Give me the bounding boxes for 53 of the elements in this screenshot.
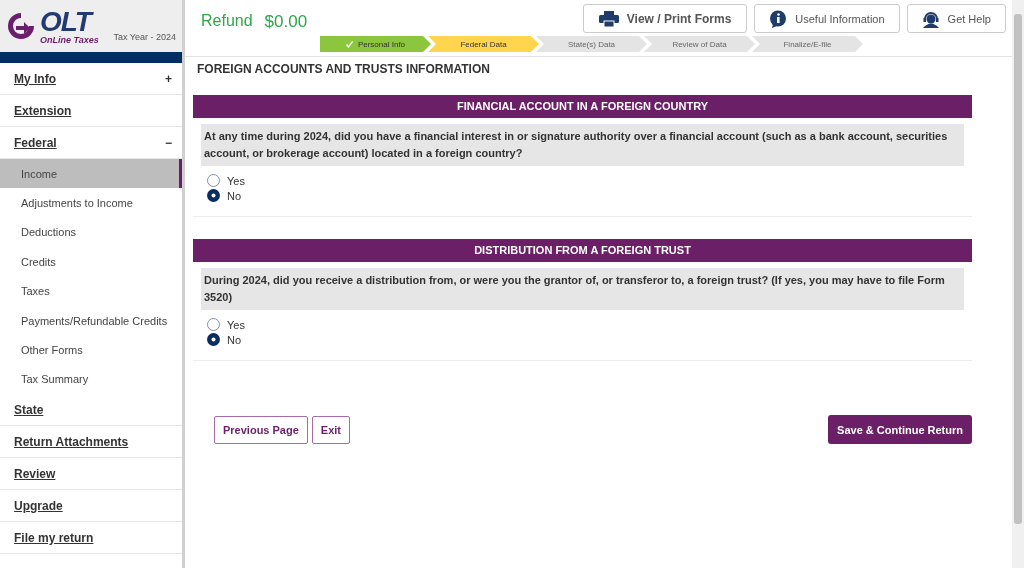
logo-wordmark: OLT [40, 7, 99, 36]
progress-step: Finalize/E-file [752, 36, 863, 52]
sidebar-item[interactable]: Tax Summary [0, 364, 182, 395]
radio-label: No [227, 189, 242, 202]
radio-label: Yes [227, 174, 245, 187]
progress-step: Federal Data [428, 36, 539, 52]
sidebar-item[interactable]: Payments/Refundable Credits [0, 305, 182, 336]
page-title: FOREIGN ACCOUNTS AND TRUSTS INFORMATION [197, 62, 491, 76]
printer-icon [598, 10, 619, 27]
refund-amount: $0.00 [264, 12, 308, 32]
sidebar-item[interactable]: Taxes [0, 276, 182, 306]
info-icon [769, 9, 788, 28]
toggle-sign[interactable]: + [165, 71, 172, 86]
sidebar-section[interactable]: File my return [0, 522, 182, 555]
sidebar-item[interactable]: Credits [0, 247, 182, 277]
question-text: At any time during 2024, did you have a financial interest in or signature authority over a financial account (such as a bank account, securities account, or brokerage account) located in a foreign country? [201, 124, 964, 166]
header-button[interactable]: Useful Information [754, 4, 900, 33]
sidebar-item[interactable]: Income [0, 159, 182, 189]
save-continue-button[interactable]: Save & Continue Return [828, 415, 972, 444]
sidebar-item[interactable]: Adjustments to Income [0, 188, 182, 218]
scrollbar[interactable] [1012, 0, 1024, 568]
radio-label: No [227, 333, 242, 346]
radio-button[interactable] [207, 333, 220, 346]
question-text: During 2024, did you receive a distribution from, or were you the grantor of, or transferor to, a foreign trust? (If yes, you may have to file Form 3520) [201, 268, 964, 310]
refund-label: Refund [201, 12, 253, 30]
header-button[interactable]: Get Help [906, 4, 1006, 33]
logo-icon [6, 11, 36, 41]
support-agent-icon [921, 9, 940, 28]
check-icon [345, 40, 353, 48]
toggle-sign[interactable]: − [165, 135, 172, 150]
progress-step: Personal Info [320, 36, 431, 52]
sidebar-item[interactable]: Other Forms [0, 335, 182, 365]
radio-button[interactable] [207, 318, 220, 331]
progress-step: State(s) Data [536, 36, 647, 52]
radio-button[interactable] [207, 189, 220, 202]
progress-step: Review of Data [644, 36, 755, 52]
sidebar-section[interactable]: State [0, 394, 182, 427]
sidebar-section[interactable]: Return Attachments [0, 426, 182, 459]
radio-label: Yes [227, 318, 245, 331]
nav-button[interactable]: Exit [311, 415, 350, 444]
sidebar-section[interactable]: Extension [0, 95, 182, 127]
sidebar-item[interactable]: Deductions [0, 217, 182, 248]
radio-button[interactable] [207, 174, 220, 187]
section-header: DISTRIBUTION FROM A FOREIGN TRUST [193, 239, 972, 262]
header-button[interactable]: View / Print Forms [582, 4, 748, 33]
section-header: FINANCIAL ACCOUNT IN A FOREIGN COUNTRY [193, 95, 972, 118]
sidebar-section[interactable]: Upgrade [0, 490, 182, 523]
sidebar-section[interactable]: Review [0, 458, 182, 491]
scrollbar-thumb[interactable] [1014, 14, 1022, 524]
nav-button[interactable]: Previous Page [214, 415, 308, 444]
sidebar-section[interactable]: My Info + [0, 63, 182, 95]
tax-year-label: Tax Year - 2024 [113, 32, 176, 44]
logo-tagline: OnLine Taxes [40, 35, 99, 45]
